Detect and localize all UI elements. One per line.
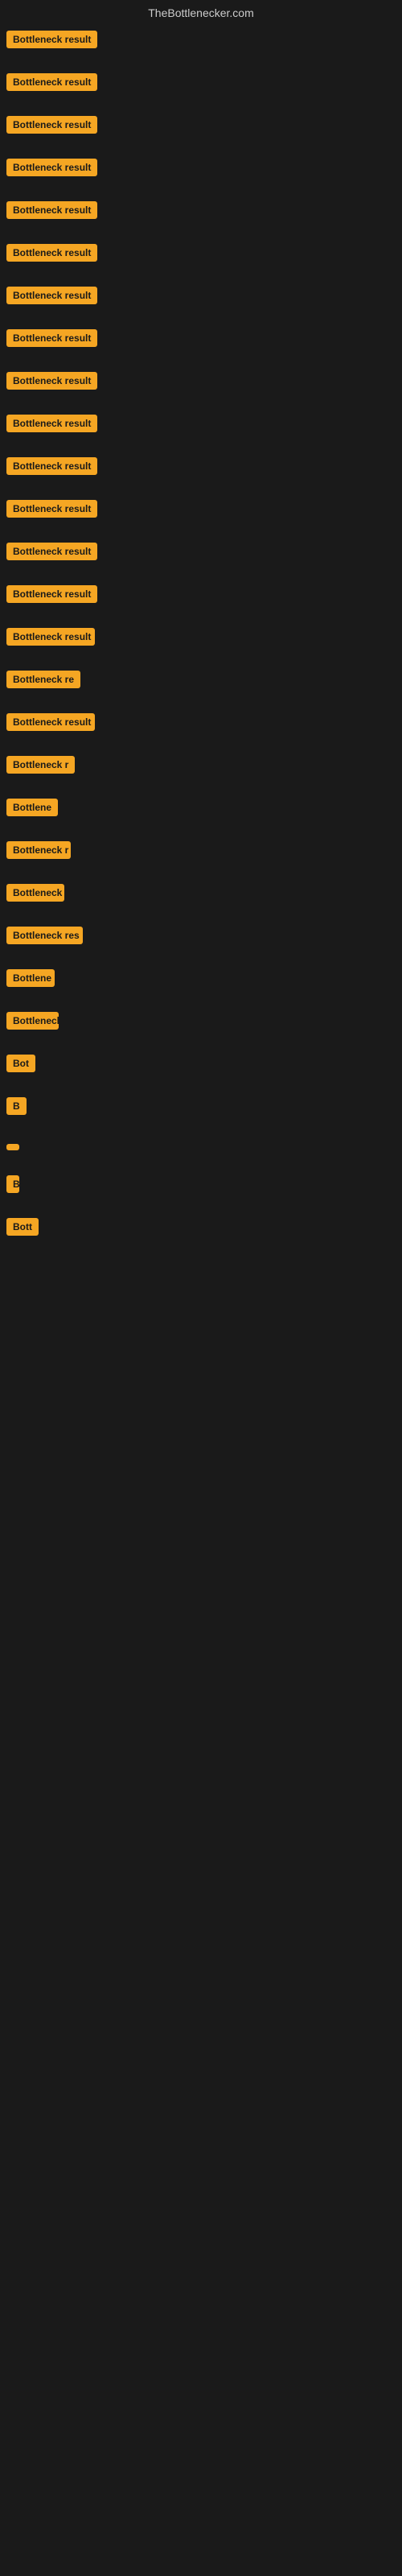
list-item[interactable]: Bottleneck [6, 881, 396, 909]
bottleneck-badge: Bottleneck [6, 1012, 59, 1030]
list-item[interactable]: Bottleneck result [6, 710, 396, 738]
list-item[interactable] [6, 1278, 396, 1285]
bottleneck-badge: Bottlene [6, 969, 55, 987]
list-item[interactable]: Bottlene [6, 795, 396, 824]
bottleneck-badge: Bottleneck result [6, 457, 97, 475]
list-item[interactable]: B [6, 1094, 396, 1122]
bottleneck-badge: Bottleneck result [6, 585, 97, 603]
bottleneck-badge: Bot [6, 1055, 35, 1072]
list-item[interactable]: Bottleneck result [6, 582, 396, 610]
list-item[interactable]: Bottleneck result [6, 113, 396, 141]
list-item[interactable]: Bott [6, 1215, 396, 1243]
site-header: TheBottlenecker.com [0, 0, 402, 23]
bottleneck-badge: Bottleneck result [6, 415, 97, 432]
list-item[interactable]: Bottleneck result [6, 198, 396, 226]
items-container: Bottleneck result Bottleneck result Bottle… [0, 23, 402, 1367]
list-item[interactable]: Bottleneck r [6, 838, 396, 866]
bottleneck-badge: Bottleneck result [6, 713, 95, 731]
list-item[interactable]: Bottleneck result [6, 369, 396, 397]
list-item[interactable]: Bottleneck result [6, 241, 396, 269]
bottleneck-badge [6, 1144, 19, 1150]
bottleneck-badge: Bottleneck result [6, 543, 97, 560]
list-item[interactable]: B [6, 1172, 396, 1200]
bottleneck-badge: Bottlene [6, 799, 58, 816]
bottleneck-badge: Bottleneck r [6, 756, 75, 774]
list-item[interactable] [6, 1341, 396, 1348]
list-item[interactable]: Bottleneck r [6, 753, 396, 781]
list-item[interactable]: Bottleneck result [6, 454, 396, 482]
bottleneck-badge: Bottleneck result [6, 329, 97, 347]
bottleneck-badge: Bottleneck result [6, 73, 97, 91]
bottleneck-badge: B [6, 1097, 27, 1115]
bottleneck-badge: Bottleneck re [6, 671, 80, 688]
bottleneck-badge: Bottleneck [6, 884, 64, 902]
bottleneck-badge: Bottleneck result [6, 628, 95, 646]
list-item[interactable]: Bottleneck result [6, 326, 396, 354]
list-item[interactable]: Bottlene [6, 966, 396, 994]
bottleneck-badge: Bottleneck result [6, 500, 97, 518]
list-item[interactable]: Bottleneck [6, 1009, 396, 1037]
site-title: TheBottlenecker.com [148, 6, 254, 19]
list-item[interactable]: Bottleneck result [6, 70, 396, 98]
bottleneck-badge: Bottleneck result [6, 244, 97, 262]
list-item[interactable]: Bot [6, 1051, 396, 1080]
list-item[interactable]: Bottleneck result [6, 411, 396, 440]
bottleneck-badge: Bottleneck result [6, 116, 97, 134]
list-item[interactable]: Bottleneck result [6, 27, 396, 56]
list-item[interactable]: Bottleneck result [6, 625, 396, 653]
list-item[interactable]: Bottleneck res [6, 923, 396, 952]
bottleneck-badge: Bottleneck result [6, 159, 97, 176]
list-item[interactable] [6, 1137, 396, 1158]
bottleneck-badge: Bottleneck result [6, 372, 97, 390]
list-item[interactable]: Bottleneck re [6, 667, 396, 696]
bottleneck-badge: Bottleneck result [6, 31, 97, 48]
bottleneck-badge: Bottleneck result [6, 287, 97, 304]
bottleneck-badge: Bott [6, 1218, 39, 1236]
list-item[interactable]: Bottleneck result [6, 539, 396, 568]
list-item[interactable]: Bottleneck result [6, 283, 396, 312]
bottleneck-badge: Bottleneck r [6, 841, 71, 859]
list-item[interactable] [6, 1299, 396, 1306]
list-item[interactable] [6, 1257, 396, 1264]
bottleneck-badge: B [6, 1175, 19, 1193]
list-item[interactable]: Bottleneck result [6, 155, 396, 184]
bottleneck-badge: Bottleneck result [6, 201, 97, 219]
bottleneck-badge: Bottleneck res [6, 927, 83, 944]
list-item[interactable] [6, 1320, 396, 1327]
list-item[interactable]: Bottleneck result [6, 497, 396, 525]
